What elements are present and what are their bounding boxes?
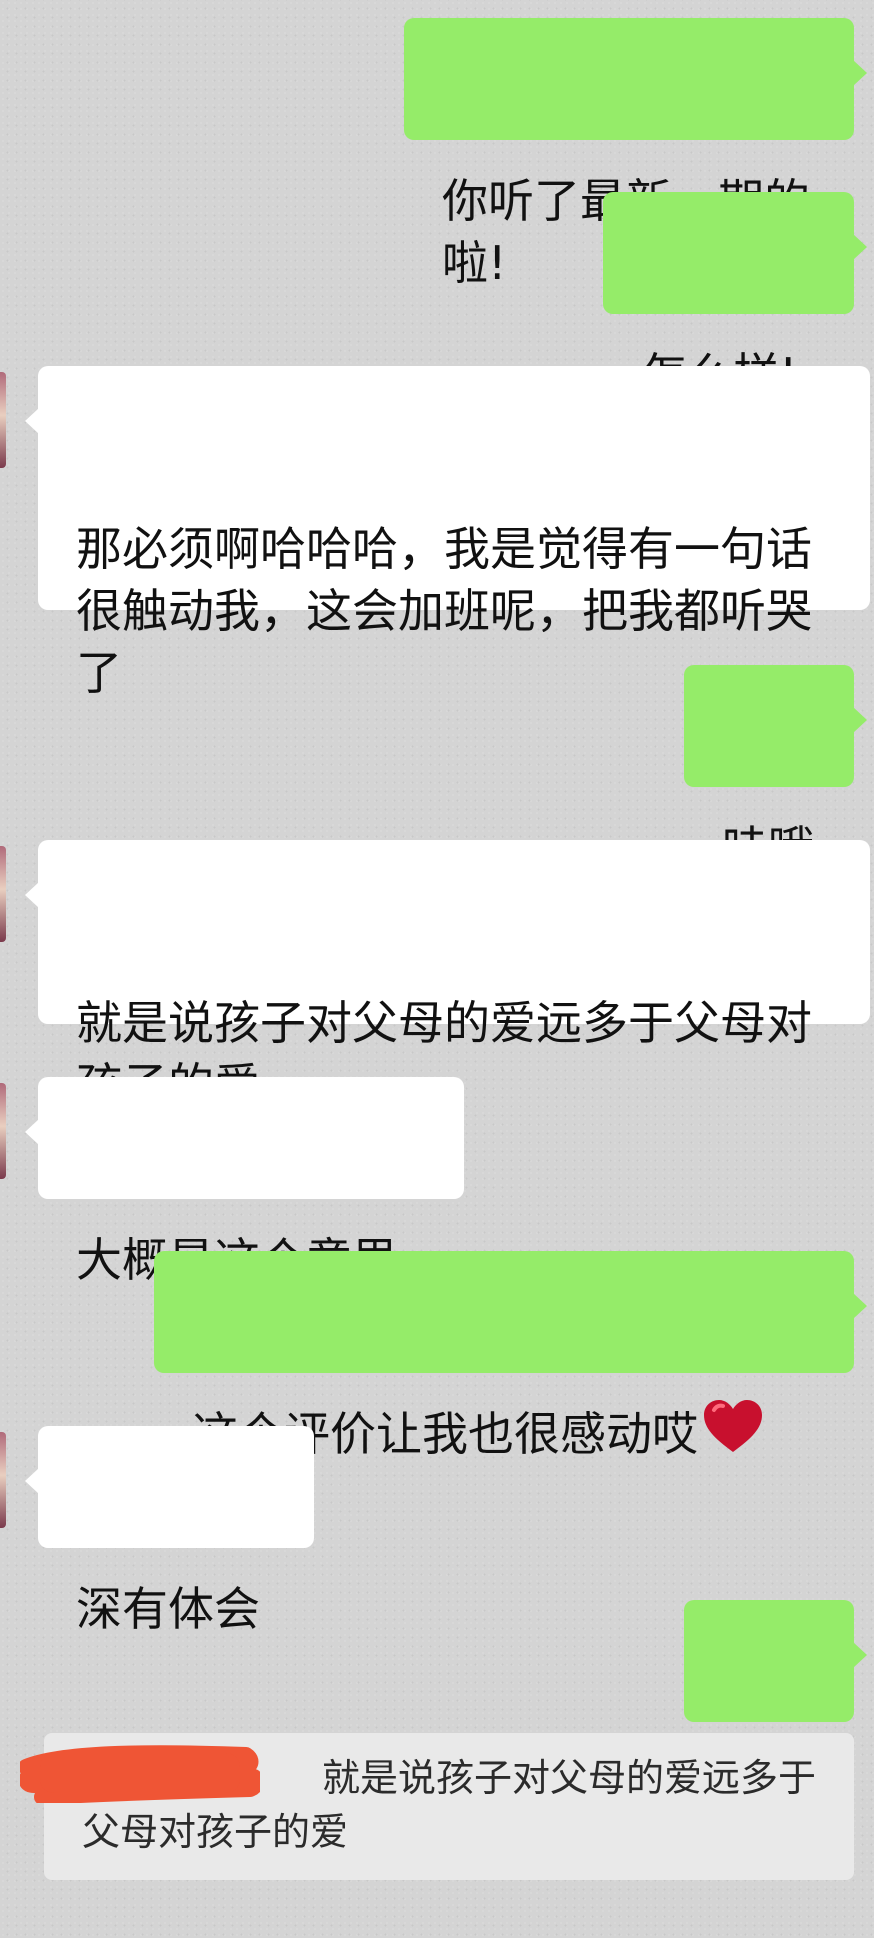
bubble-tail xyxy=(25,408,39,434)
bubble-tail xyxy=(853,60,867,86)
message-text: 深有体会 xyxy=(76,1582,260,1636)
message-bubble-sent[interactable]: 是嘟 xyxy=(684,1600,867,1810)
bubble-tail xyxy=(853,707,867,733)
bubble-tail xyxy=(25,1468,39,1494)
message-bubble-received[interactable]: 深有体会 xyxy=(25,1426,314,1636)
bubble-tail xyxy=(853,1642,867,1668)
message-bubble-sent[interactable]: 怎么样! xyxy=(603,192,867,402)
bubble-tail xyxy=(853,234,867,260)
message-bubble-received[interactable]: 大概是这个意思 xyxy=(25,1077,464,1287)
heart-icon xyxy=(702,1398,764,1469)
message-bubble-received[interactable]: 就是说孩子对父母的爱远多于父母对孩子的爱 xyxy=(25,840,870,1112)
message-bubble-received[interactable]: 那必须啊哈哈哈，我是觉得有一句话很触动我，这会加班呢，把我都听哭了 xyxy=(25,366,870,700)
message-bubble-sent[interactable]: 你听了最新一期的啦! xyxy=(404,18,867,290)
message-bubble-sent[interactable]: 这个评价让我也很感动哎 xyxy=(154,1251,867,1461)
bubble-tail xyxy=(853,1293,867,1319)
avatar[interactable] xyxy=(0,1083,6,1179)
avatar[interactable] xyxy=(0,372,6,468)
bubble-tail xyxy=(25,882,39,908)
bubble-tail xyxy=(25,1119,39,1145)
avatar[interactable] xyxy=(0,1432,6,1528)
message-bubble-sent[interactable]: 哇哦 xyxy=(684,665,867,875)
avatar[interactable] xyxy=(0,846,6,942)
redaction-scribble xyxy=(20,1745,260,1803)
